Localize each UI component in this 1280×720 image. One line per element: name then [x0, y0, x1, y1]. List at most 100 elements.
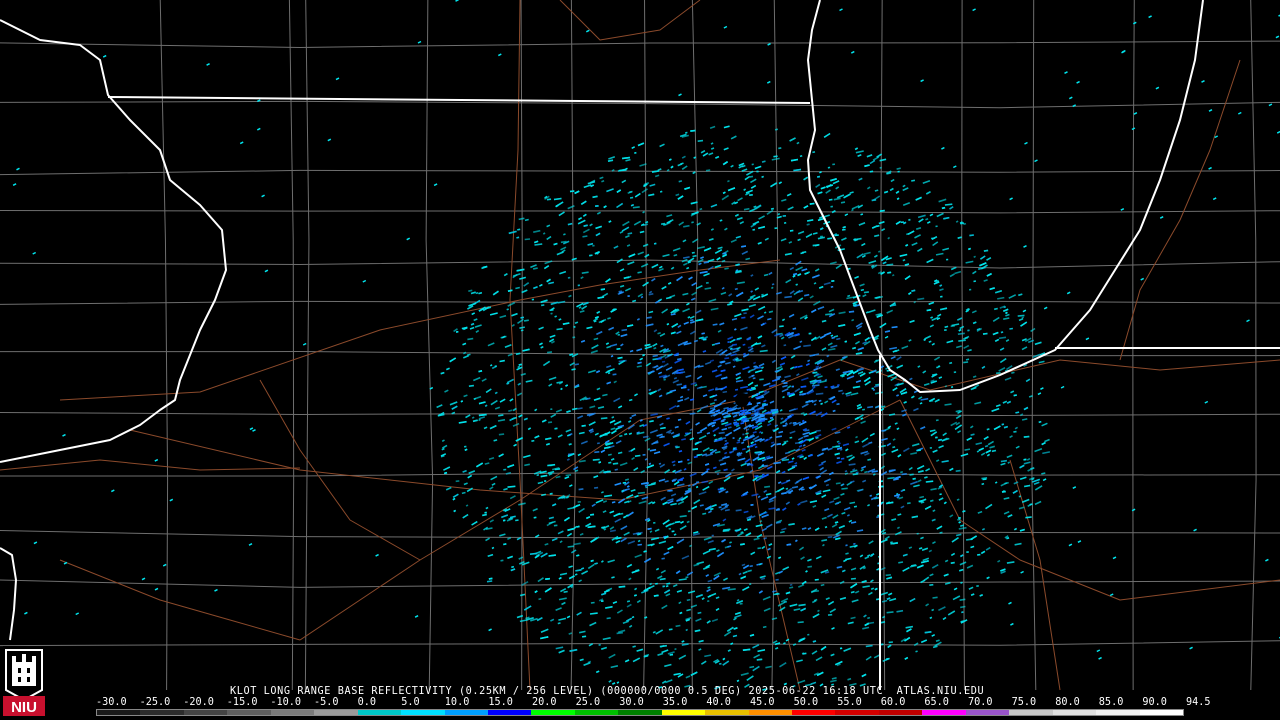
echo-pixel [991, 449, 997, 453]
echo-pixel [958, 328, 962, 332]
colorbar-tick-label: 10.0 [444, 697, 470, 708]
echo-pixel [1007, 461, 1011, 464]
echo-pixel [648, 310, 654, 314]
echo-pixel [740, 422, 744, 425]
colorbar-tick-label: 85.0 [1098, 697, 1124, 708]
colorbar-segment [97, 710, 141, 715]
echo-pixel [867, 405, 874, 409]
echo-pixel [674, 647, 677, 651]
colorbar-segment [357, 710, 402, 715]
echo-pixel [673, 533, 677, 536]
echo-pixel [699, 207, 703, 211]
echo-pixel [881, 429, 887, 432]
echo-pixel [601, 526, 606, 529]
echo-pixel [773, 593, 780, 596]
echo-pixel [554, 315, 557, 318]
echo-pixel [753, 361, 757, 365]
echo-pixel [713, 439, 717, 443]
echo-pixel [578, 431, 585, 435]
echo-pixel [532, 267, 538, 270]
echo-pixel [792, 327, 797, 330]
echo-pixel [574, 321, 579, 325]
echo-pixel [930, 487, 937, 491]
echo-pixel [891, 326, 898, 329]
echo-pixel [783, 682, 788, 686]
echo-pixel [926, 309, 932, 312]
echo-pixel [835, 482, 841, 485]
echo-pixel [659, 577, 666, 581]
echo-pixel [729, 541, 732, 544]
echo-pixel [911, 289, 916, 292]
echo-pixel [594, 451, 600, 454]
echo-pixel [531, 439, 535, 442]
echo-pixel [973, 280, 977, 283]
echo-pixel [627, 232, 633, 235]
echo-pixel [830, 285, 834, 288]
echo-pixel [742, 648, 751, 651]
echo-pixel [844, 470, 848, 473]
echo-pixel [616, 347, 621, 350]
echo-pixel [649, 530, 653, 533]
echo-pixel [687, 484, 691, 487]
echo-pixel [1029, 503, 1033, 506]
echo-pixel [461, 491, 466, 495]
echo-pixel [863, 291, 870, 294]
echo-pixel [784, 295, 792, 299]
echo-pixel [811, 384, 820, 387]
echo-pixel [885, 574, 891, 577]
echo-pixel [737, 407, 742, 410]
echo-pixel [746, 462, 751, 465]
echo-pixel [775, 521, 781, 524]
echo-pixel [925, 480, 934, 483]
echo-pixel [896, 526, 900, 530]
echo-pixel [589, 254, 593, 257]
echo-pixel [568, 294, 572, 298]
echo-pixel [915, 650, 918, 653]
echo-pixel [689, 412, 696, 415]
echo-pixel [749, 583, 752, 586]
echo-pixel [533, 516, 537, 519]
echo-pixel [849, 501, 856, 505]
echo-pixel [524, 218, 529, 222]
echo-pixel [553, 197, 562, 201]
echo-pixel [763, 311, 767, 314]
echo-pixel [610, 355, 614, 358]
echo-pixel [441, 439, 445, 443]
echo-pixel [963, 222, 967, 226]
echo-pixel [499, 359, 505, 363]
echo-pixel [890, 304, 897, 307]
echo-pixel [599, 176, 604, 180]
echo-pixel [607, 371, 611, 375]
echo-pixel [774, 128, 779, 131]
echo-pixel [668, 431, 672, 434]
echo-pixel [742, 438, 746, 441]
echo-pixel [962, 510, 966, 513]
echo-pixel [794, 461, 798, 465]
echo-pixel [867, 503, 871, 507]
echo-pixel [694, 383, 698, 387]
echo-pixel [520, 316, 525, 319]
echo-pixel [960, 524, 965, 527]
echo-pixel [691, 221, 694, 224]
echo-pixel [773, 461, 782, 465]
echo-pixel [884, 330, 891, 333]
echo-pixel [640, 295, 644, 299]
echo-pixel [812, 640, 817, 643]
echo-pixel [908, 546, 913, 549]
echo-pixel [753, 365, 757, 368]
echo-pixel [972, 375, 977, 378]
echo-pixel [956, 533, 962, 537]
echo-pixel [749, 665, 755, 669]
echo-pixel [529, 552, 537, 555]
echo-pixel [616, 681, 620, 684]
echo-pixel [687, 487, 692, 491]
echo-pixel [820, 402, 824, 406]
echo-pixel [642, 354, 645, 357]
echo-pixel [812, 151, 816, 154]
echo-pixel [955, 469, 961, 472]
echo-pixel [908, 339, 912, 342]
echo-pixel [715, 596, 720, 599]
echo-pixel [593, 337, 599, 341]
echo-pixel [697, 139, 704, 142]
echo-pixel [763, 273, 769, 277]
